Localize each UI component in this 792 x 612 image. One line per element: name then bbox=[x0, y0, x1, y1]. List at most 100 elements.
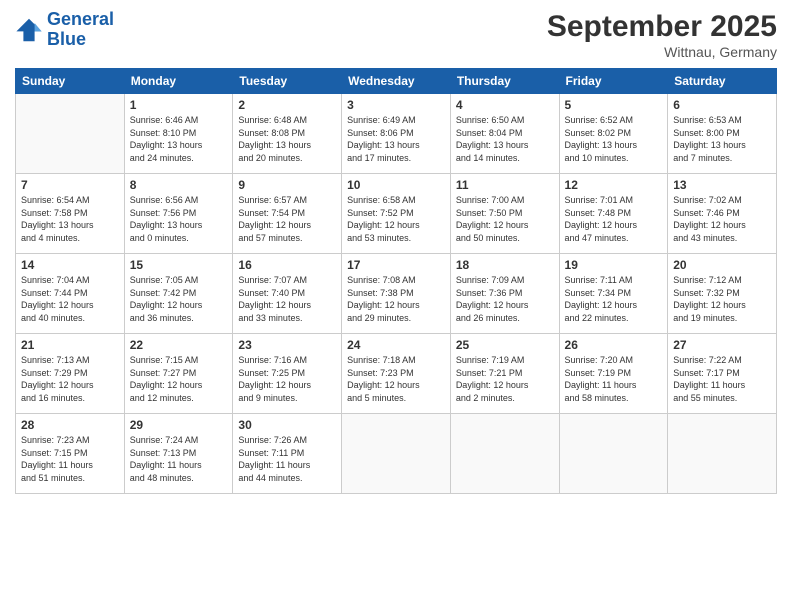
day-info: Sunrise: 6:48 AM Sunset: 8:08 PM Dayligh… bbox=[238, 114, 336, 164]
day-number: 12 bbox=[565, 178, 663, 192]
day-info: Sunrise: 7:23 AM Sunset: 7:15 PM Dayligh… bbox=[21, 434, 119, 484]
calendar-cell: 15Sunrise: 7:05 AM Sunset: 7:42 PM Dayli… bbox=[124, 254, 233, 334]
day-number: 9 bbox=[238, 178, 336, 192]
day-number: 26 bbox=[565, 338, 663, 352]
calendar-cell: 21 Sunrise: 7:13 AM Sunset: 7:29 PM Dayli… bbox=[16, 334, 125, 414]
weekday-tuesday: Tuesday bbox=[233, 69, 342, 94]
weekday-friday: Friday bbox=[559, 69, 668, 94]
day-info: Sunrise: 7:24 AM Sunset: 7:13 PM Dayligh… bbox=[130, 434, 228, 484]
weekday-monday: Monday bbox=[124, 69, 233, 94]
day-info: Sunrise: 7:11 AM Sunset: 7:34 PM Dayligh… bbox=[565, 274, 663, 324]
day-number: 3 bbox=[347, 98, 445, 112]
day-info: Sunrise: 7:26 AM Sunset: 7:11 PM Dayligh… bbox=[238, 434, 336, 484]
day-number: 24 bbox=[347, 338, 445, 352]
calendar-cell: 30 Sunrise: 7:26 AM Sunset: 7:11 PM Dayli… bbox=[233, 414, 342, 494]
day-info: Sunrise: 6:53 AM Sunset: 8:00 PM Dayligh… bbox=[673, 114, 771, 164]
day-number: 14 bbox=[21, 258, 119, 272]
day-info: Sunrise: 7:22 AM Sunset: 7:17 PM Dayligh… bbox=[673, 354, 771, 404]
calendar-cell: 9 Sunrise: 6:57 AM Sunset: 7:54 PM Daylig… bbox=[233, 174, 342, 254]
day-info: Sunrise: 6:54 AM Sunset: 7:58 PM Dayligh… bbox=[21, 194, 119, 244]
day-number: 2 bbox=[238, 98, 336, 112]
calendar-cell bbox=[559, 414, 668, 494]
calendar-cell: 1 Sunrise: 6:46 AM Sunset: 8:10 PM Daylig… bbox=[124, 94, 233, 174]
day-number: 22 bbox=[130, 338, 228, 352]
header: General Blue September 2025 Wittnau, Ger… bbox=[15, 10, 777, 60]
day-number: 1 bbox=[130, 98, 228, 112]
calendar-cell: 22 Sunrise: 7:15 AM Sunset: 7:27 PM Dayli… bbox=[124, 334, 233, 414]
day-info: Sunrise: 6:58 AM Sunset: 7:52 PM Dayligh… bbox=[347, 194, 445, 244]
page: General Blue September 2025 Wittnau, Ger… bbox=[0, 0, 792, 612]
title-block: September 2025 Wittnau, Germany bbox=[547, 10, 777, 60]
day-number: 23 bbox=[238, 338, 336, 352]
calendar-cell bbox=[450, 414, 559, 494]
weekday-thursday: Thursday bbox=[450, 69, 559, 94]
calendar-cell: 18 Sunrise: 7:09 AM Sunset: 7:36 PM Dayli… bbox=[450, 254, 559, 334]
calendar-cell: 4Sunrise: 6:50 AM Sunset: 8:04 PM Daylig… bbox=[450, 94, 559, 174]
month-title: September 2025 bbox=[547, 10, 777, 44]
day-info: Sunrise: 7:18 AM Sunset: 7:23 PM Dayligh… bbox=[347, 354, 445, 404]
day-number: 18 bbox=[456, 258, 554, 272]
day-info: Sunrise: 6:57 AM Sunset: 7:54 PM Dayligh… bbox=[238, 194, 336, 244]
calendar-cell: 14Sunrise: 7:04 AM Sunset: 7:44 PM Dayli… bbox=[16, 254, 125, 334]
day-number: 21 bbox=[21, 338, 119, 352]
day-info: Sunrise: 6:56 AM Sunset: 7:56 PM Dayligh… bbox=[130, 194, 228, 244]
day-number: 30 bbox=[238, 418, 336, 432]
day-number: 25 bbox=[456, 338, 554, 352]
day-number: 16 bbox=[238, 258, 336, 272]
calendar-cell: 12Sunrise: 7:01 AM Sunset: 7:48 PM Dayli… bbox=[559, 174, 668, 254]
day-number: 15 bbox=[130, 258, 228, 272]
day-info: Sunrise: 7:16 AM Sunset: 7:25 PM Dayligh… bbox=[238, 354, 336, 404]
day-info: Sunrise: 6:52 AM Sunset: 8:02 PM Dayligh… bbox=[565, 114, 663, 164]
day-info: Sunrise: 6:46 AM Sunset: 8:10 PM Dayligh… bbox=[130, 114, 228, 164]
logo-text: General Blue bbox=[47, 10, 114, 50]
day-number: 5 bbox=[565, 98, 663, 112]
day-number: 17 bbox=[347, 258, 445, 272]
calendar-cell bbox=[668, 414, 777, 494]
calendar-cell: 6Sunrise: 6:53 AM Sunset: 8:00 PM Daylig… bbox=[668, 94, 777, 174]
day-info: Sunrise: 7:08 AM Sunset: 7:38 PM Dayligh… bbox=[347, 274, 445, 324]
day-info: Sunrise: 7:13 AM Sunset: 7:29 PM Dayligh… bbox=[21, 354, 119, 404]
logo-line1: General bbox=[47, 10, 114, 30]
day-info: Sunrise: 7:09 AM Sunset: 7:36 PM Dayligh… bbox=[456, 274, 554, 324]
calendar-cell: 27 Sunrise: 7:22 AM Sunset: 7:17 PM Dayli… bbox=[668, 334, 777, 414]
day-info: Sunrise: 7:19 AM Sunset: 7:21 PM Dayligh… bbox=[456, 354, 554, 404]
day-info: Sunrise: 7:20 AM Sunset: 7:19 PM Dayligh… bbox=[565, 354, 663, 404]
day-number: 27 bbox=[673, 338, 771, 352]
day-number: 4 bbox=[456, 98, 554, 112]
day-info: Sunrise: 7:15 AM Sunset: 7:27 PM Dayligh… bbox=[130, 354, 228, 404]
calendar-cell: 10 Sunrise: 6:58 AM Sunset: 7:52 PM Dayli… bbox=[342, 174, 451, 254]
calendar-table: SundayMondayTuesdayWednesdayThursdayFrid… bbox=[15, 68, 777, 494]
day-info: Sunrise: 7:07 AM Sunset: 7:40 PM Dayligh… bbox=[238, 274, 336, 324]
calendar-cell: 29 Sunrise: 7:24 AM Sunset: 7:13 PM Dayli… bbox=[124, 414, 233, 494]
week-row-2: 7 Sunrise: 6:54 AM Sunset: 7:58 PM Daylig… bbox=[16, 174, 777, 254]
calendar-cell: 17 Sunrise: 7:08 AM Sunset: 7:38 PM Dayli… bbox=[342, 254, 451, 334]
week-row-1: 1 Sunrise: 6:46 AM Sunset: 8:10 PM Daylig… bbox=[16, 94, 777, 174]
calendar-cell bbox=[342, 414, 451, 494]
calendar-cell: 26 Sunrise: 7:20 AM Sunset: 7:19 PM Dayli… bbox=[559, 334, 668, 414]
weekday-header-row: SundayMondayTuesdayWednesdayThursdayFrid… bbox=[16, 69, 777, 94]
week-row-3: 14Sunrise: 7:04 AM Sunset: 7:44 PM Dayli… bbox=[16, 254, 777, 334]
day-info: Sunrise: 7:12 AM Sunset: 7:32 PM Dayligh… bbox=[673, 274, 771, 324]
day-number: 8 bbox=[130, 178, 228, 192]
day-number: 10 bbox=[347, 178, 445, 192]
calendar-cell: 11Sunrise: 7:00 AM Sunset: 7:50 PM Dayli… bbox=[450, 174, 559, 254]
calendar-cell: 25 Sunrise: 7:19 AM Sunset: 7:21 PM Dayli… bbox=[450, 334, 559, 414]
day-number: 11 bbox=[456, 178, 554, 192]
week-row-4: 21 Sunrise: 7:13 AM Sunset: 7:29 PM Dayli… bbox=[16, 334, 777, 414]
day-info: Sunrise: 7:02 AM Sunset: 7:46 PM Dayligh… bbox=[673, 194, 771, 244]
week-row-5: 28Sunrise: 7:23 AM Sunset: 7:15 PM Dayli… bbox=[16, 414, 777, 494]
calendar-cell: 19Sunrise: 7:11 AM Sunset: 7:34 PM Dayli… bbox=[559, 254, 668, 334]
day-number: 29 bbox=[130, 418, 228, 432]
weekday-wednesday: Wednesday bbox=[342, 69, 451, 94]
logo-line2: Blue bbox=[47, 30, 114, 50]
calendar-cell: 7 Sunrise: 6:54 AM Sunset: 7:58 PM Daylig… bbox=[16, 174, 125, 254]
calendar-cell bbox=[16, 94, 125, 174]
day-info: Sunrise: 6:49 AM Sunset: 8:06 PM Dayligh… bbox=[347, 114, 445, 164]
calendar-cell: 20Sunrise: 7:12 AM Sunset: 7:32 PM Dayli… bbox=[668, 254, 777, 334]
calendar-cell: 8 Sunrise: 6:56 AM Sunset: 7:56 PM Daylig… bbox=[124, 174, 233, 254]
weekday-saturday: Saturday bbox=[668, 69, 777, 94]
day-number: 7 bbox=[21, 178, 119, 192]
location: Wittnau, Germany bbox=[547, 44, 777, 60]
calendar-cell: 16 Sunrise: 7:07 AM Sunset: 7:40 PM Dayli… bbox=[233, 254, 342, 334]
weekday-sunday: Sunday bbox=[16, 69, 125, 94]
